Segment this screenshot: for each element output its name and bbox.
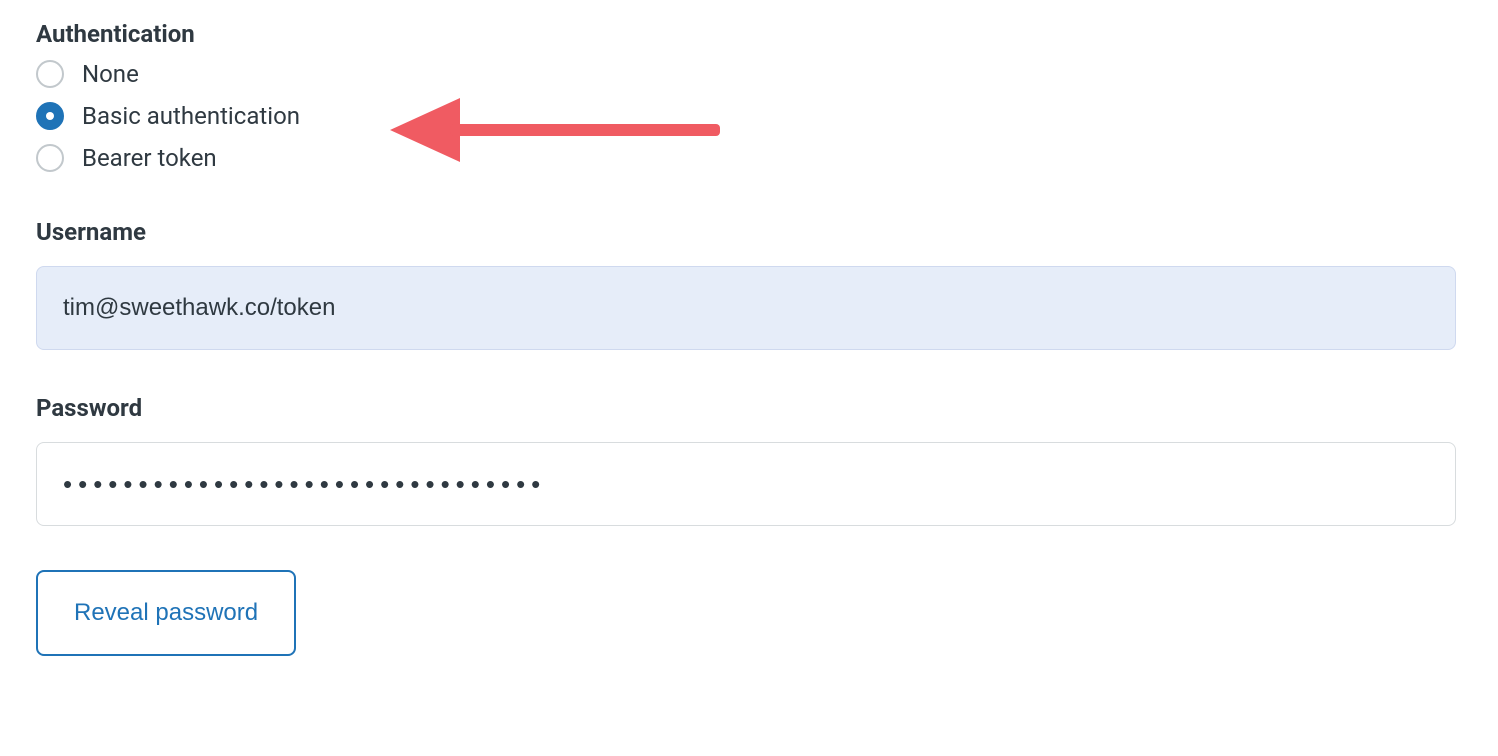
auth-option-none[interactable]: None	[36, 60, 1462, 88]
reveal-password-button[interactable]: Reveal password	[36, 570, 296, 656]
radio-icon-selected	[36, 102, 64, 130]
password-label: Password	[36, 394, 1462, 422]
auth-option-label: Basic authentication	[82, 102, 300, 130]
auth-option-label: None	[82, 60, 139, 88]
radio-icon	[36, 60, 64, 88]
authentication-heading: Authentication	[36, 20, 1462, 48]
password-input[interactable]	[36, 442, 1456, 526]
username-input[interactable]	[36, 266, 1456, 350]
radio-icon	[36, 144, 64, 172]
auth-option-label: Bearer token	[82, 144, 217, 172]
username-field: Username	[36, 218, 1462, 350]
auth-radio-group: None Basic authentication Bearer token	[36, 60, 1462, 172]
auth-settings-page: Authentication None Basic authentication…	[0, 0, 1498, 696]
username-label: Username	[36, 218, 1462, 246]
password-field: Password	[36, 394, 1462, 526]
auth-option-basic[interactable]: Basic authentication	[36, 102, 1462, 130]
auth-option-bearer[interactable]: Bearer token	[36, 144, 1462, 172]
